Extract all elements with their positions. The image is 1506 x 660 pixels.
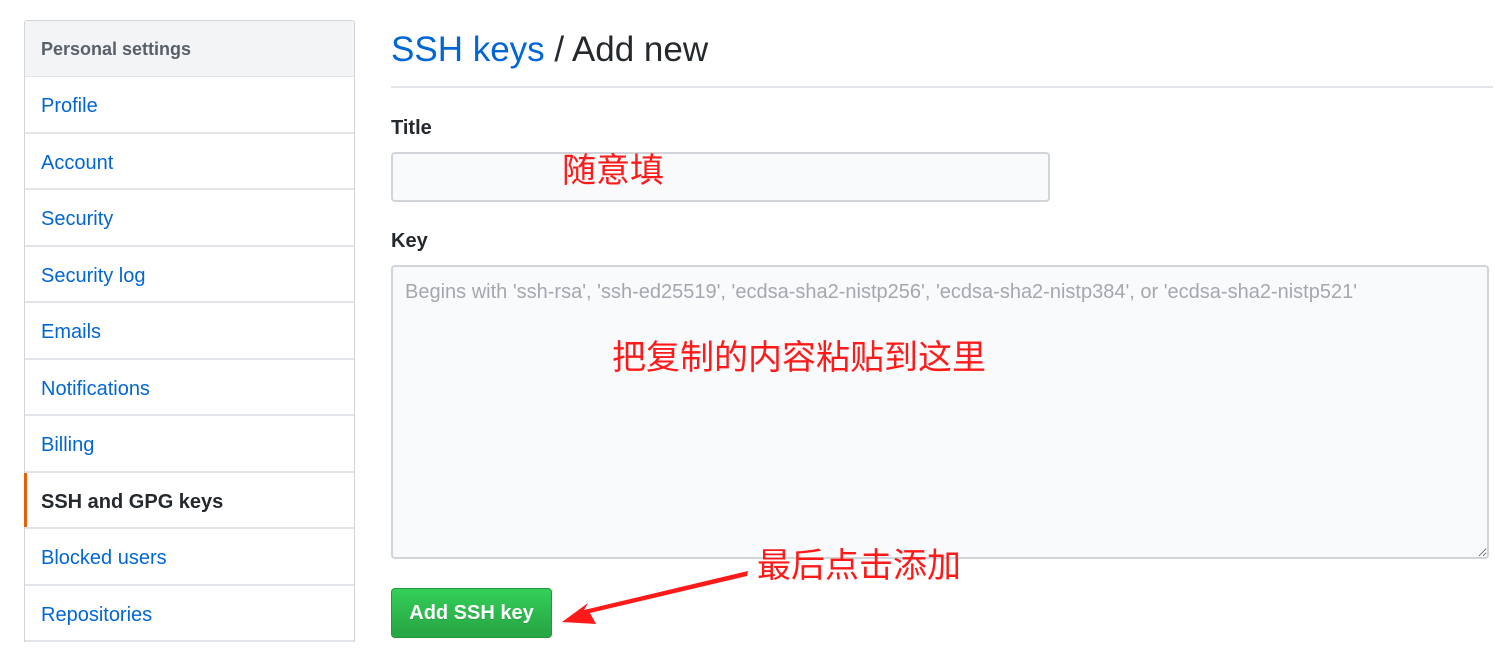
main-content: SSH keys / Add new Title Key Add SSH key (391, 20, 1493, 638)
breadcrumb-separator: / (544, 30, 572, 69)
breadcrumb-ssh-keys-link[interactable]: SSH keys (391, 30, 545, 69)
sidebar-item-profile[interactable]: Profile (25, 77, 354, 134)
arrow-icon (562, 571, 748, 624)
page-title: SSH keys / Add new (391, 20, 1493, 88)
key-textarea[interactable] (391, 265, 1489, 559)
title-input[interactable] (391, 152, 1050, 202)
sidebar-item-security-log[interactable]: Security log (25, 247, 354, 303)
annotation-button-note: 最后点击添加 (757, 546, 961, 586)
sidebar-item-repositories[interactable]: Repositories (25, 586, 354, 642)
annotation-title-note: 随意填 (562, 151, 664, 191)
sidebar-header: Personal settings (25, 21, 354, 77)
key-label: Key (391, 230, 428, 252)
sidebar-item-security[interactable]: Security (25, 190, 354, 247)
add-ssh-key-button[interactable]: Add SSH key (391, 588, 552, 638)
sidebar-item-emails[interactable]: Emails (25, 303, 354, 360)
sidebar-item-notifications[interactable]: Notifications (25, 360, 354, 416)
annotation-key-note: 把复制的内容粘贴到这里 (612, 338, 986, 378)
sidebar-item-account[interactable]: Account (25, 134, 354, 190)
sidebar-item-billing[interactable]: Billing (25, 416, 354, 473)
breadcrumb-current: Add new (571, 30, 709, 69)
settings-sidebar: Personal settings Profile Account Securi… (24, 20, 355, 642)
title-label: Title (391, 117, 432, 139)
settings-page: Personal settings Profile Account Securi… (0, 0, 1506, 660)
sidebar-item-ssh-gpg-keys[interactable]: SSH and GPG keys (24, 472, 354, 529)
sidebar-item-blocked-users[interactable]: Blocked users (25, 529, 354, 586)
